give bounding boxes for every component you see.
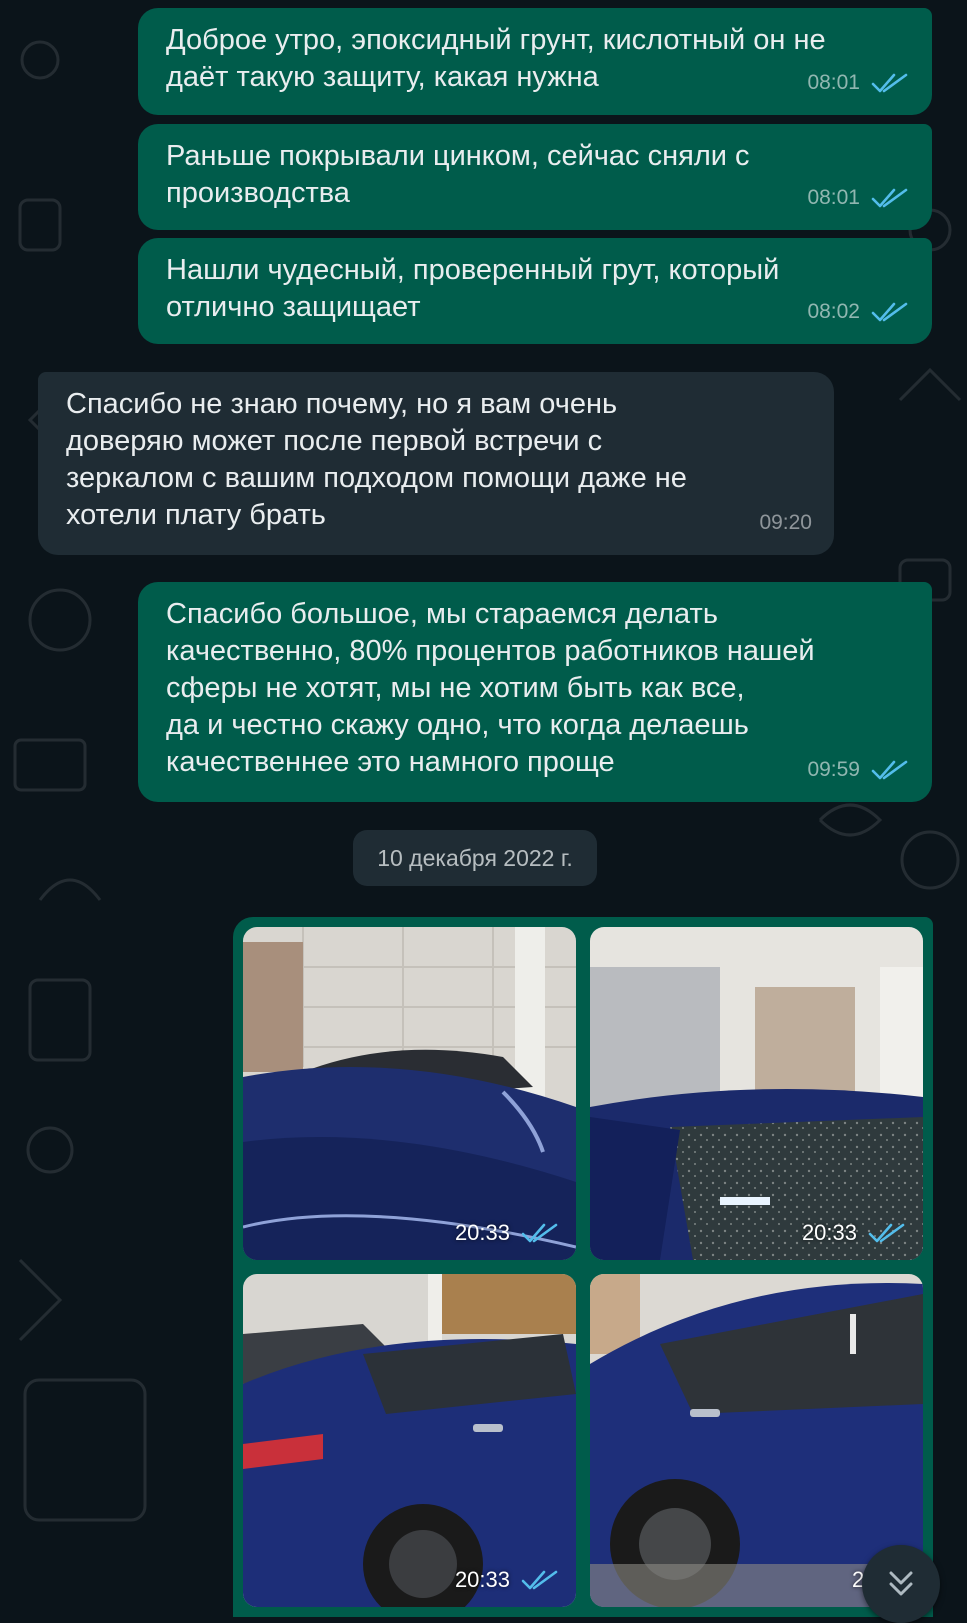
photo-meta: 20:33: [802, 1220, 907, 1246]
date-separator: 10 декабря 2022 г.: [353, 830, 597, 886]
double-check-icon: [521, 1223, 558, 1243]
photo-time: 20:33: [801, 1220, 857, 1245]
photo-album-bubble: 20:33 20:33 20:33: [233, 917, 933, 1617]
message-bubble-outgoing[interactable]: Спасибо большое, мы стараемся делать кач…: [138, 582, 932, 802]
double-check-icon: [521, 1570, 558, 1590]
double-check-icon: [871, 73, 908, 92]
photo-car-rear-side: [243, 1274, 576, 1607]
message-meta: 08:01: [807, 64, 910, 101]
message-time: 08:01: [807, 71, 860, 94]
double-check-icon: [871, 188, 908, 207]
message-time: 08:01: [807, 186, 860, 209]
double-check-icon: [871, 302, 908, 321]
message-time: 08:02: [807, 300, 860, 323]
message-bubble-outgoing[interactable]: Нашли чудесный, проверенный грут, которы…: [138, 238, 932, 344]
message-text: Доброе утро, эпоксидный грунт, кислотный…: [166, 24, 826, 93]
photo-car-roof: [243, 927, 576, 1260]
scroll-to-bottom-button[interactable]: [862, 1545, 940, 1623]
message-text: Нашли чудесный, проверенный грут, которы…: [166, 254, 780, 323]
photo-meta: 20:33: [455, 1220, 560, 1246]
message-meta: 09:59: [807, 751, 910, 788]
message-meta: 09:20: [759, 504, 812, 541]
message-meta: 08:01: [807, 179, 910, 216]
album-photo[interactable]: 20:33: [243, 927, 576, 1260]
message-text: Раньше покрывали цинком, сейчас сняли с …: [166, 140, 750, 209]
photo-time: 20:33: [454, 1220, 510, 1245]
message-time: 09:59: [807, 758, 860, 781]
chevron-double-down-icon: [889, 1571, 913, 1596]
message-bubble-outgoing[interactable]: Раньше покрывали цинком, сейчас сняли с …: [138, 124, 932, 230]
message-bubble-incoming[interactable]: Спасибо не знаю почему, но я вам очень д…: [38, 372, 834, 555]
message-bubble-outgoing[interactable]: Доброе утро, эпоксидный грунт, кислотный…: [138, 8, 932, 115]
double-check-icon: [868, 1223, 905, 1243]
album-photo[interactable]: 20:33: [243, 1274, 576, 1607]
message-meta: 08:02: [807, 293, 910, 330]
photo-time: 20:33: [454, 1567, 510, 1592]
message-text: Спасибо не знаю почему, но я вам очень д…: [66, 388, 687, 531]
album-photo[interactable]: 20:33: [590, 927, 923, 1260]
double-check-icon: [871, 760, 908, 779]
message-time: 09:20: [759, 511, 812, 534]
photo-meta: 20:33: [455, 1567, 560, 1593]
message-text: Спасибо большое, мы стараемся делать кач…: [166, 598, 815, 778]
photo-car-windshield: [590, 927, 923, 1260]
